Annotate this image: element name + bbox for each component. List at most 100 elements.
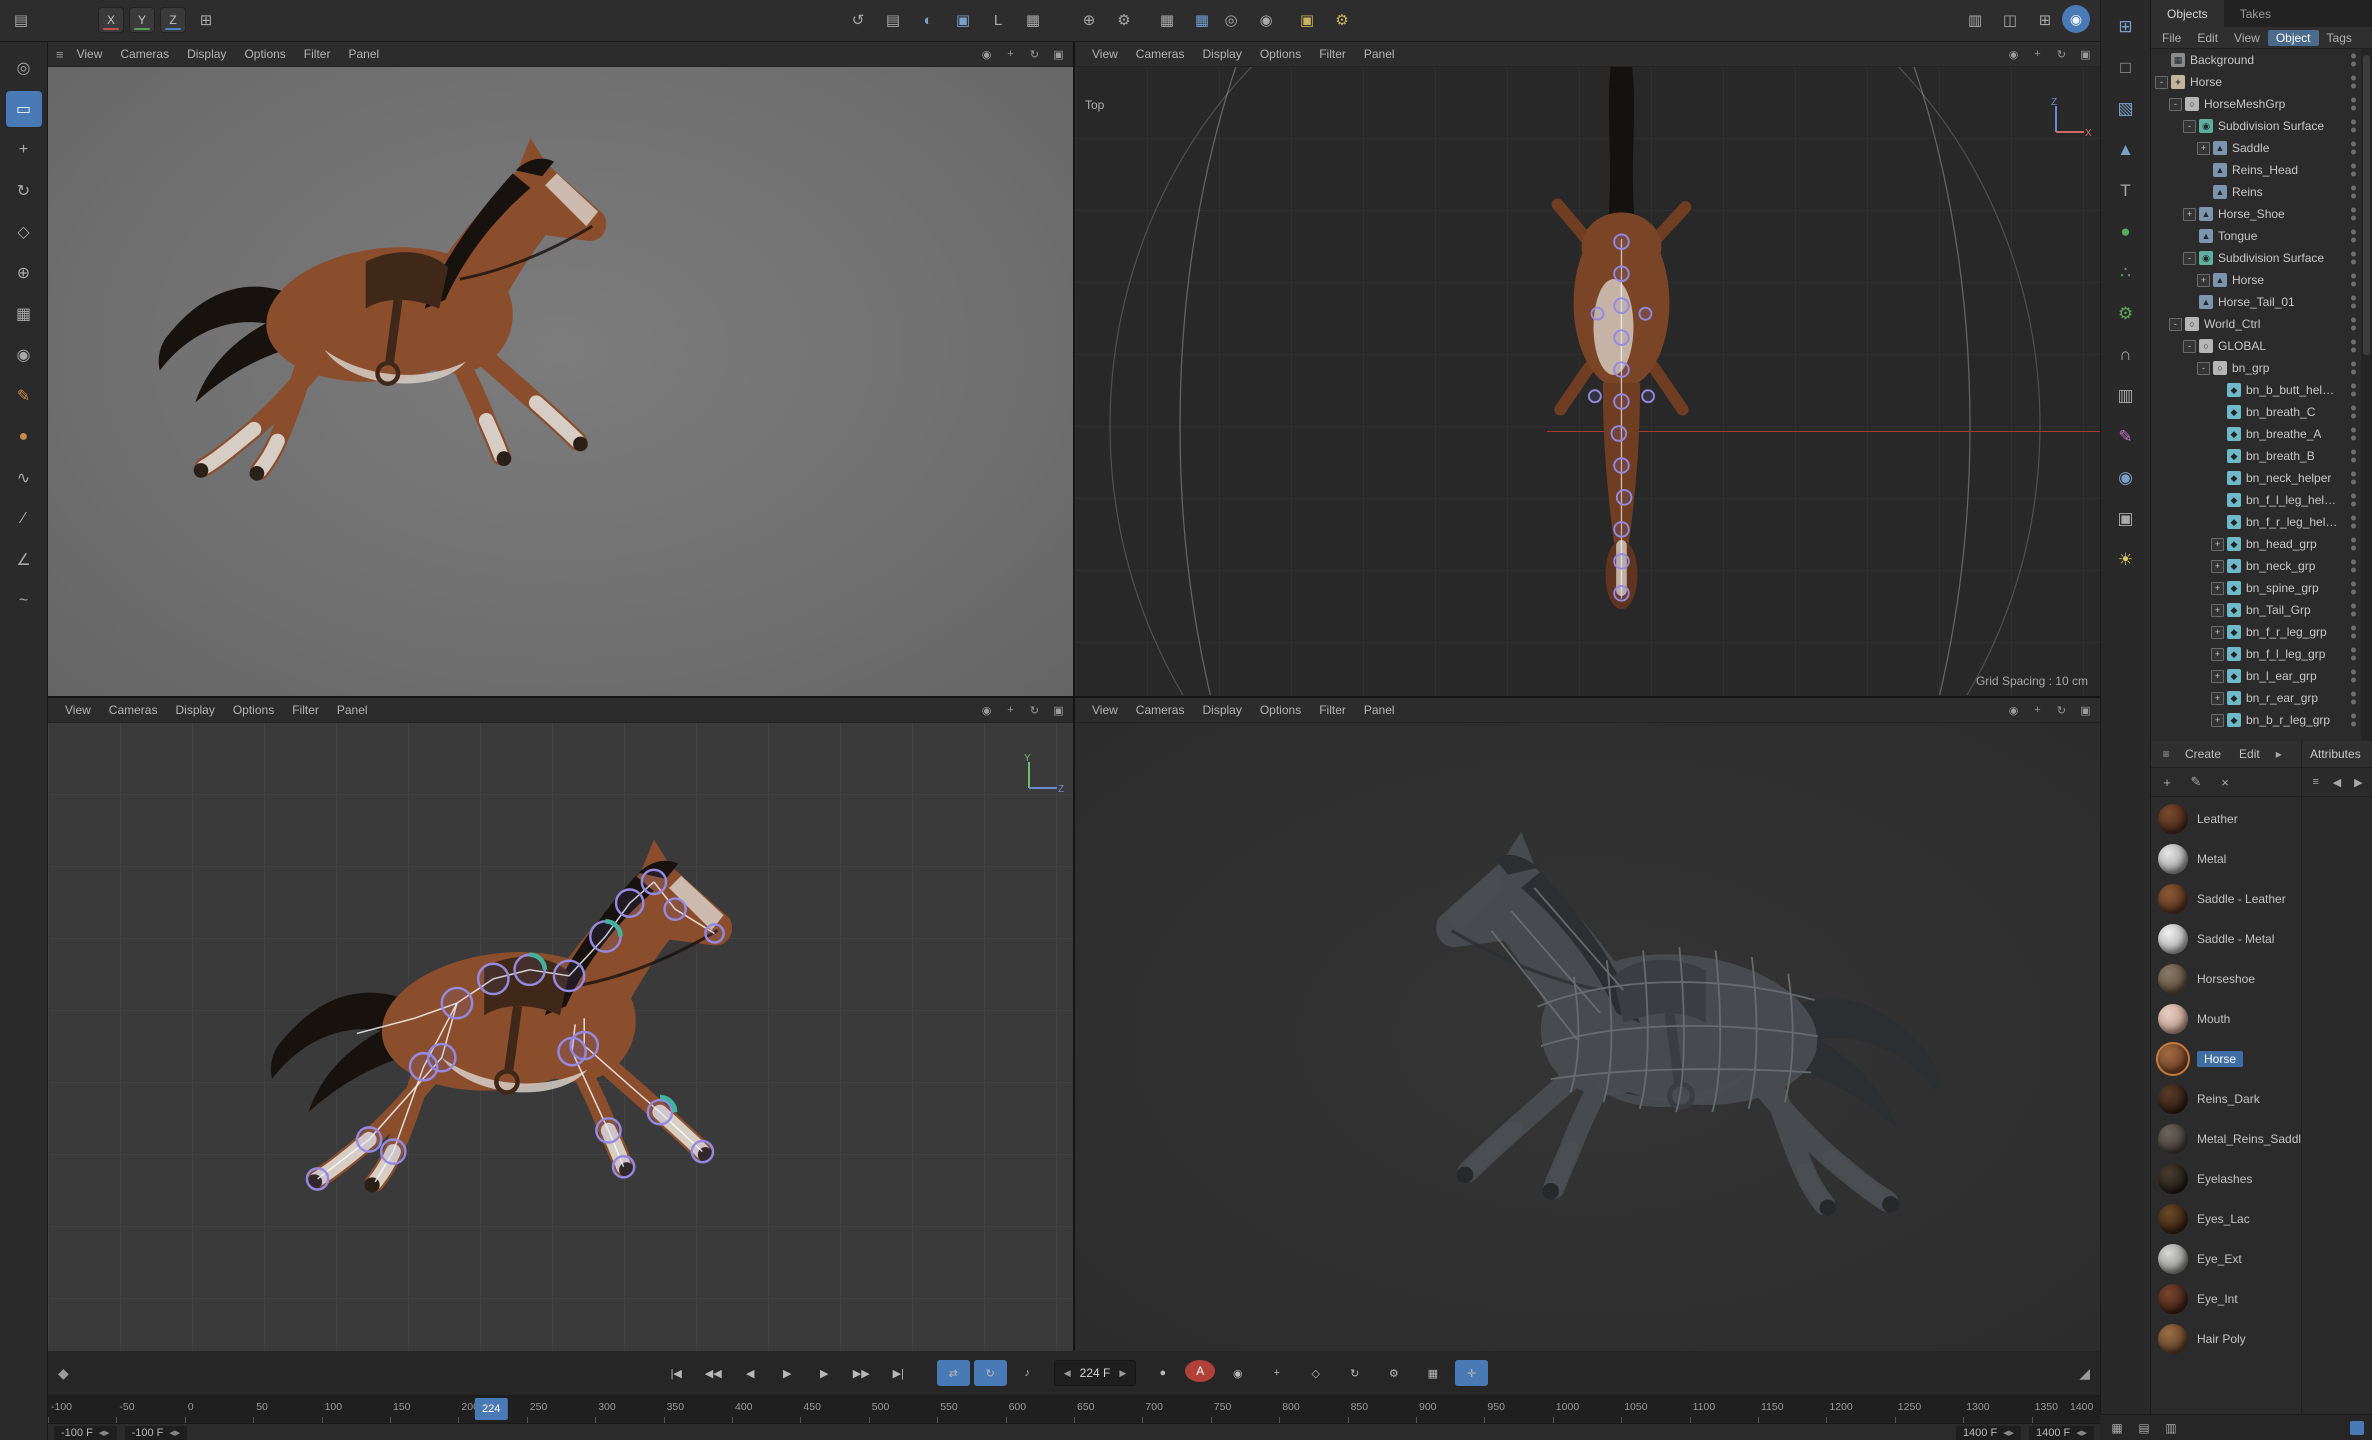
list-view-icon[interactable]: ▤: [2135, 1419, 2153, 1437]
visibility-dots[interactable]: [2351, 647, 2356, 661]
timeline-playhead[interactable]: 224: [475, 1398, 508, 1420]
material-thumbnail[interactable]: [2156, 1042, 2190, 1076]
snap-icon[interactable]: ▦: [1187, 5, 1217, 35]
key-scale-toggle[interactable]: ◇: [1299, 1360, 1332, 1386]
visibility-dots[interactable]: [2351, 691, 2356, 705]
view-panel-icon[interactable]: ▥: [2109, 379, 2143, 413]
tree-row[interactable]: + ◆ bn_f_l_leg_grp: [2151, 643, 2372, 665]
expander-icon[interactable]: +: [2211, 691, 2224, 705]
user-avatar[interactable]: ◉: [2062, 5, 2090, 33]
tree-row[interactable]: + ◆ bn_f_r_leg_grp: [2151, 621, 2372, 643]
material-row[interactable]: Saddle - Metal: [2151, 919, 2301, 959]
tree-row[interactable]: ◆ bn_neck_helper: [2151, 467, 2372, 489]
material-row[interactable]: Metal: [2151, 839, 2301, 879]
viewport-menu-cameras[interactable]: Cameras: [100, 703, 167, 717]
tree-row[interactable]: + ▲ Horse: [2151, 269, 2372, 291]
attr-back-icon[interactable]: ◀: [2329, 774, 2344, 790]
tree-row[interactable]: + ◆ bn_r_ear_grp: [2151, 687, 2372, 709]
objects-menu-file[interactable]: File: [2154, 30, 2189, 46]
workplane-icon[interactable]: ▤: [878, 5, 908, 35]
material-thumbnail[interactable]: [2158, 804, 2188, 834]
expander-icon[interactable]: +: [2197, 141, 2210, 155]
camera-move-icon[interactable]: ◉: [978, 46, 995, 63]
visibility-dots[interactable]: [2351, 273, 2356, 287]
scale-tool[interactable]: ◇: [6, 214, 42, 250]
viewport-menu-cameras[interactable]: Cameras: [1127, 47, 1194, 61]
viewport-menu-icon[interactable]: ≡: [56, 47, 64, 62]
tree-row[interactable]: - ○ World_Ctrl: [2151, 313, 2372, 335]
text-icon[interactable]: T: [2109, 174, 2143, 208]
perspective-canvas[interactable]: [48, 66, 1073, 696]
material-row[interactable]: Metal_Reins_Saddle: [2151, 1119, 2301, 1159]
materials-menu-icon[interactable]: ≡: [2157, 745, 2175, 763]
spline-tool[interactable]: ~: [6, 583, 42, 619]
tab-attributes[interactable]: Attributes: [2310, 747, 2361, 761]
range-start-field[interactable]: -100 F ◀▶: [54, 1425, 117, 1440]
material-row[interactable]: Eye_Int: [2151, 1279, 2301, 1319]
edit-material-button[interactable]: ✎: [2186, 772, 2206, 792]
objects-menu-tags[interactable]: Tags: [2319, 30, 2360, 46]
expander-icon[interactable]: +: [2211, 559, 2224, 573]
tree-row[interactable]: + ◆ bn_l_ear_grp: [2151, 665, 2372, 687]
visibility-dots[interactable]: [2351, 713, 2356, 727]
tree-row[interactable]: - ◉ Subdivision Surface: [2151, 247, 2372, 269]
brush-tool[interactable]: ✎: [6, 378, 42, 414]
attr-menu-icon[interactable]: ≡: [2308, 774, 2323, 790]
rotate-tool[interactable]: ↻: [6, 173, 42, 209]
visibility-dots[interactable]: [2351, 471, 2356, 485]
pan-icon[interactable]: +: [2029, 702, 2046, 719]
goto-end-button[interactable]: ▶|: [882, 1360, 915, 1386]
tree-row[interactable]: + ◆ bn_spine_grp: [2151, 577, 2372, 599]
viewport-menu-options[interactable]: Options: [235, 47, 294, 61]
axis-y-button[interactable]: Y: [129, 7, 155, 33]
tree-row[interactable]: - + Horse: [2151, 71, 2372, 93]
record-button[interactable]: ●: [1146, 1360, 1179, 1386]
tree-row[interactable]: - ◉ Subdivision Surface: [2151, 115, 2372, 137]
column-view-icon[interactable]: ▥: [2162, 1419, 2180, 1437]
expander-icon[interactable]: +: [2211, 603, 2224, 617]
keyframe-marker-icon[interactable]: ◆: [58, 1351, 69, 1395]
expander-icon[interactable]: +: [2211, 713, 2224, 727]
visibility-dots[interactable]: [2351, 515, 2356, 529]
expander-icon[interactable]: +: [2211, 669, 2224, 683]
key-rotation-toggle[interactable]: ↻: [1338, 1360, 1371, 1386]
snap-frame-toggle[interactable]: ✛: [1455, 1360, 1489, 1386]
pan-icon[interactable]: +: [1002, 702, 1019, 719]
visibility-dots[interactable]: [2351, 185, 2356, 199]
tab-takes[interactable]: Takes: [2224, 0, 2287, 27]
visibility-dots[interactable]: [2351, 119, 2356, 133]
material-thumbnail[interactable]: [2158, 1244, 2188, 1274]
axis-z-button[interactable]: Z: [160, 7, 186, 33]
autokey-button[interactable]: A: [1185, 1360, 1216, 1382]
expander-icon[interactable]: -: [2197, 361, 2210, 375]
expander-icon[interactable]: +: [2211, 647, 2224, 661]
tree-row[interactable]: - ○ bn_grp: [2151, 357, 2372, 379]
visibility-dots[interactable]: [2351, 207, 2356, 221]
keyframe-selection-button[interactable]: ◉: [1221, 1360, 1254, 1386]
viewport-menu-options[interactable]: Options: [224, 703, 283, 717]
tree-row[interactable]: ▲ Horse_Tail_01: [2151, 291, 2372, 313]
current-frame-field[interactable]: ◀ 224 F ▶: [1053, 1360, 1137, 1386]
material-row[interactable]: Eyelashes: [2151, 1159, 2301, 1199]
orbit-icon[interactable]: ↻: [2053, 702, 2070, 719]
visibility-dots[interactable]: [2351, 53, 2356, 67]
visibility-dots[interactable]: [2351, 339, 2356, 353]
maximize-icon[interactable]: ▣: [2077, 46, 2094, 63]
material-thumbnail[interactable]: [2158, 1284, 2188, 1314]
tree-row[interactable]: + ◆ bn_neck_grp: [2151, 555, 2372, 577]
sphere-green-icon[interactable]: ●: [2109, 215, 2143, 249]
axis-x-button[interactable]: X: [98, 7, 124, 33]
visibility-dots[interactable]: [2351, 493, 2356, 507]
tab-objects[interactable]: Objects: [2151, 0, 2224, 27]
paint-tool[interactable]: ●: [6, 419, 42, 455]
camera-move-icon[interactable]: ◉: [2005, 702, 2022, 719]
material-thumbnail[interactable]: [2158, 964, 2188, 994]
frame-inc-icon[interactable]: ▶: [1119, 1368, 1126, 1379]
play-button[interactable]: ▶: [771, 1360, 804, 1386]
sound-toggle[interactable]: ♪: [1011, 1360, 1044, 1386]
tree-row[interactable]: ◆ bn_breath_B: [2151, 445, 2372, 467]
tree-row[interactable]: ◆ bn_breathe_A: [2151, 423, 2372, 445]
material-row[interactable]: Leather: [2151, 799, 2301, 839]
sphere-tool-icon[interactable]: ◐: [913, 5, 943, 35]
next-key-button[interactable]: ▶▶: [845, 1360, 878, 1386]
